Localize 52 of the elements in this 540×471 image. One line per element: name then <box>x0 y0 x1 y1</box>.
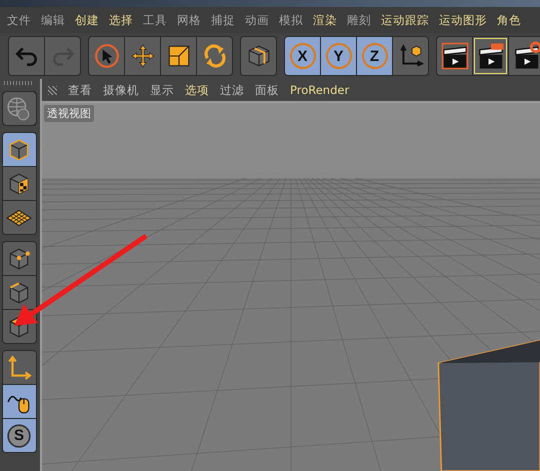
viewport-menu-item[interactable]: 查看 <box>68 82 92 98</box>
rotate-button[interactable] <box>197 37 232 75</box>
axis-mode-button[interactable] <box>2 351 36 384</box>
menu-item[interactable]: 工具 <box>143 12 167 28</box>
edges-mode-button[interactable] <box>2 276 36 309</box>
undo-button[interactable] <box>9 37 44 75</box>
menu-item[interactable]: 雕刻 <box>347 12 371 28</box>
viewport-label: 透视视图 <box>44 105 94 122</box>
axis-lock-button[interactable]: Z <box>357 37 392 75</box>
viewport-menu-item[interactable]: 显示 <box>150 82 174 98</box>
select-button[interactable] <box>89 37 124 75</box>
menu-item[interactable]: 模拟 <box>279 12 303 28</box>
menu-item[interactable]: 文件 <box>7 12 31 28</box>
cursor-icon <box>94 43 120 69</box>
menu-item[interactable]: 角色 <box>497 12 521 28</box>
coordinates-button[interactable] <box>393 37 428 75</box>
viewport-menu-item[interactable]: 摄像机 <box>103 82 139 98</box>
axis-lock-button[interactable]: X <box>285 37 320 75</box>
render-view-button[interactable] <box>437 37 472 75</box>
move-button[interactable] <box>125 37 160 75</box>
axis-lock-button[interactable]: Y <box>321 37 356 75</box>
axis-icon <box>6 354 32 380</box>
move-icon <box>130 43 156 69</box>
menu-item[interactable]: 捕捉 <box>211 12 235 28</box>
scale-icon <box>166 43 192 69</box>
viewport-menu-item[interactable]: 面板 <box>255 82 279 98</box>
cube-icon <box>246 43 272 69</box>
clapperboard-icon <box>440 41 470 71</box>
snap-icon <box>6 422 32 448</box>
menu-item[interactable]: 网格 <box>177 12 201 28</box>
menu-item[interactable]: 运动图形 <box>439 12 487 28</box>
render-picture-button[interactable] <box>473 37 508 75</box>
texture-mode-button[interactable] <box>2 167 36 200</box>
render-settings-button[interactable] <box>509 37 540 75</box>
rotate-icon <box>202 43 228 69</box>
menu-item[interactable]: 运动跟踪 <box>381 12 429 28</box>
menu-item[interactable]: 创建 <box>75 12 99 28</box>
menu-item[interactable]: 编辑 <box>41 12 65 28</box>
menu-item[interactable]: 动画 <box>245 12 269 28</box>
viewport-menu-item[interactable]: 选项 <box>185 82 209 98</box>
viewport-menu-item[interactable]: 过滤 <box>220 82 244 98</box>
viewport-menu-item[interactable]: ProRender <box>290 83 350 97</box>
coordinates-icon <box>398 43 424 69</box>
model-mode-button[interactable] <box>2 133 36 166</box>
menu-item[interactable]: 渲染 <box>313 12 337 28</box>
workplane-mode-button[interactable] <box>2 201 36 234</box>
scale-button[interactable] <box>161 37 196 75</box>
snap-mode-button[interactable]: S <box>2 419 36 452</box>
points-mode-button[interactable] <box>2 242 36 275</box>
tweak-mode-button[interactable] <box>2 385 36 418</box>
viewport[interactable]: 透视视图 <box>42 103 540 471</box>
menu-item[interactable]: 选择 <box>109 12 133 28</box>
